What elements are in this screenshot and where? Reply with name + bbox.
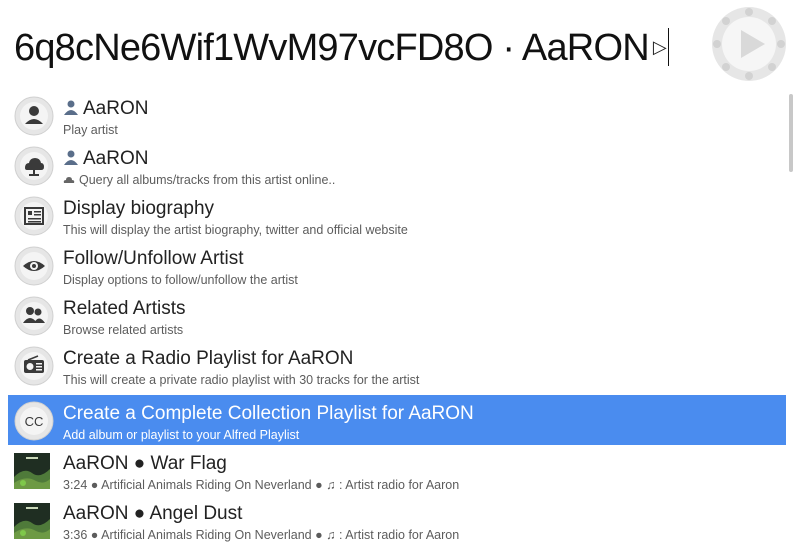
result-title: AaRON ● Angel Dust xyxy=(63,503,243,524)
result-subtitle: 3:36 ● Artificial Animals Riding On Neve… xyxy=(63,528,460,542)
result-title: AaRON ● War Flag xyxy=(63,453,227,474)
result-row-play-artist[interactable]: AaRON Play artist xyxy=(8,90,786,140)
result-title: Related Artists xyxy=(63,298,186,319)
scrollbar[interactable] xyxy=(789,94,793,172)
result-subtitle: 3:24 ● Artificial Animals Riding On Neve… xyxy=(63,478,460,492)
text-caret xyxy=(667,27,669,66)
result-subtitle-text: Query all albums/tracks from this artist… xyxy=(79,173,336,187)
result-title: AaRON xyxy=(63,147,148,171)
result-row-track[interactable]: AaRON ● War Flag 3:24 ● Artificial Anima… xyxy=(8,445,786,495)
biography-icon xyxy=(14,196,54,236)
result-row-related[interactable]: Related Artists Browse related artists xyxy=(8,290,786,340)
result-title: AaRON xyxy=(63,97,148,121)
result-title-text: AaRON xyxy=(83,98,149,119)
alfred-window: 6q8cNe6Wif1WvM97vcFD8O · AaRON ▷ AaRON P… xyxy=(0,0,800,552)
result-subtitle: Add album or playlist to your Alfred Pla… xyxy=(63,428,300,442)
cloud-mini-icon xyxy=(63,177,75,183)
radio-icon xyxy=(14,346,54,386)
eye-icon xyxy=(14,246,54,286)
query-text: 6q8cNe6Wif1WvM97vcFD8O · AaRON xyxy=(14,27,650,69)
results-list: AaRON Play artist AaRON Query all albums… xyxy=(8,90,788,552)
cc-icon: CC xyxy=(14,401,54,441)
person-mini-icon xyxy=(64,150,78,165)
result-subtitle: Browse related artists xyxy=(63,323,184,337)
query-bar: 6q8cNe6Wif1WvM97vcFD8O · AaRON ▷ xyxy=(0,0,800,92)
result-subtitle: This will create a private radio playlis… xyxy=(63,373,420,387)
cc-icon-text: CC xyxy=(25,414,44,429)
result-row-track[interactable]: AaRON ● Angel Dust 3:36 ● Artificial Ani… xyxy=(8,495,786,545)
result-title: Create a Radio Playlist for AaRON xyxy=(63,348,354,369)
query-input[interactable]: 6q8cNe6Wif1WvM97vcFD8O · AaRON ▷ xyxy=(14,22,669,74)
person-mini-icon xyxy=(64,100,78,115)
result-title-text: AaRON xyxy=(83,148,149,169)
result-subtitle: Display options to follow/unfollow the a… xyxy=(63,273,298,287)
result-title: Display biography xyxy=(63,198,215,219)
album-art-icon xyxy=(14,453,50,489)
result-row-radio[interactable]: Create a Radio Playlist for AaRON This w… xyxy=(8,340,786,390)
result-title: Follow/Unfollow Artist xyxy=(63,248,244,269)
result-title: Create a Complete Collection Playlist fo… xyxy=(63,403,474,424)
result-row-follow[interactable]: Follow/Unfollow Artist Display options t… xyxy=(8,240,786,290)
person-icon xyxy=(14,96,54,136)
result-row-biography[interactable]: Display biography This will display the … xyxy=(8,190,786,240)
result-subtitle: This will display the artist biography, … xyxy=(63,223,408,237)
people-icon xyxy=(14,296,54,336)
result-row-query-online[interactable]: AaRON Query all albums/tracks from this … xyxy=(8,140,786,190)
cloud-person-icon xyxy=(14,146,54,186)
result-row-complete-collection[interactable]: CC Create a Complete Collection Playlist… xyxy=(8,395,786,445)
result-subtitle: Query all albums/tracks from this artist… xyxy=(63,172,335,188)
album-art-icon xyxy=(14,503,50,539)
play-arrow-icon: ▷ xyxy=(652,36,667,57)
result-subtitle: Play artist xyxy=(63,123,118,137)
alfred-hat-logo xyxy=(712,7,786,81)
